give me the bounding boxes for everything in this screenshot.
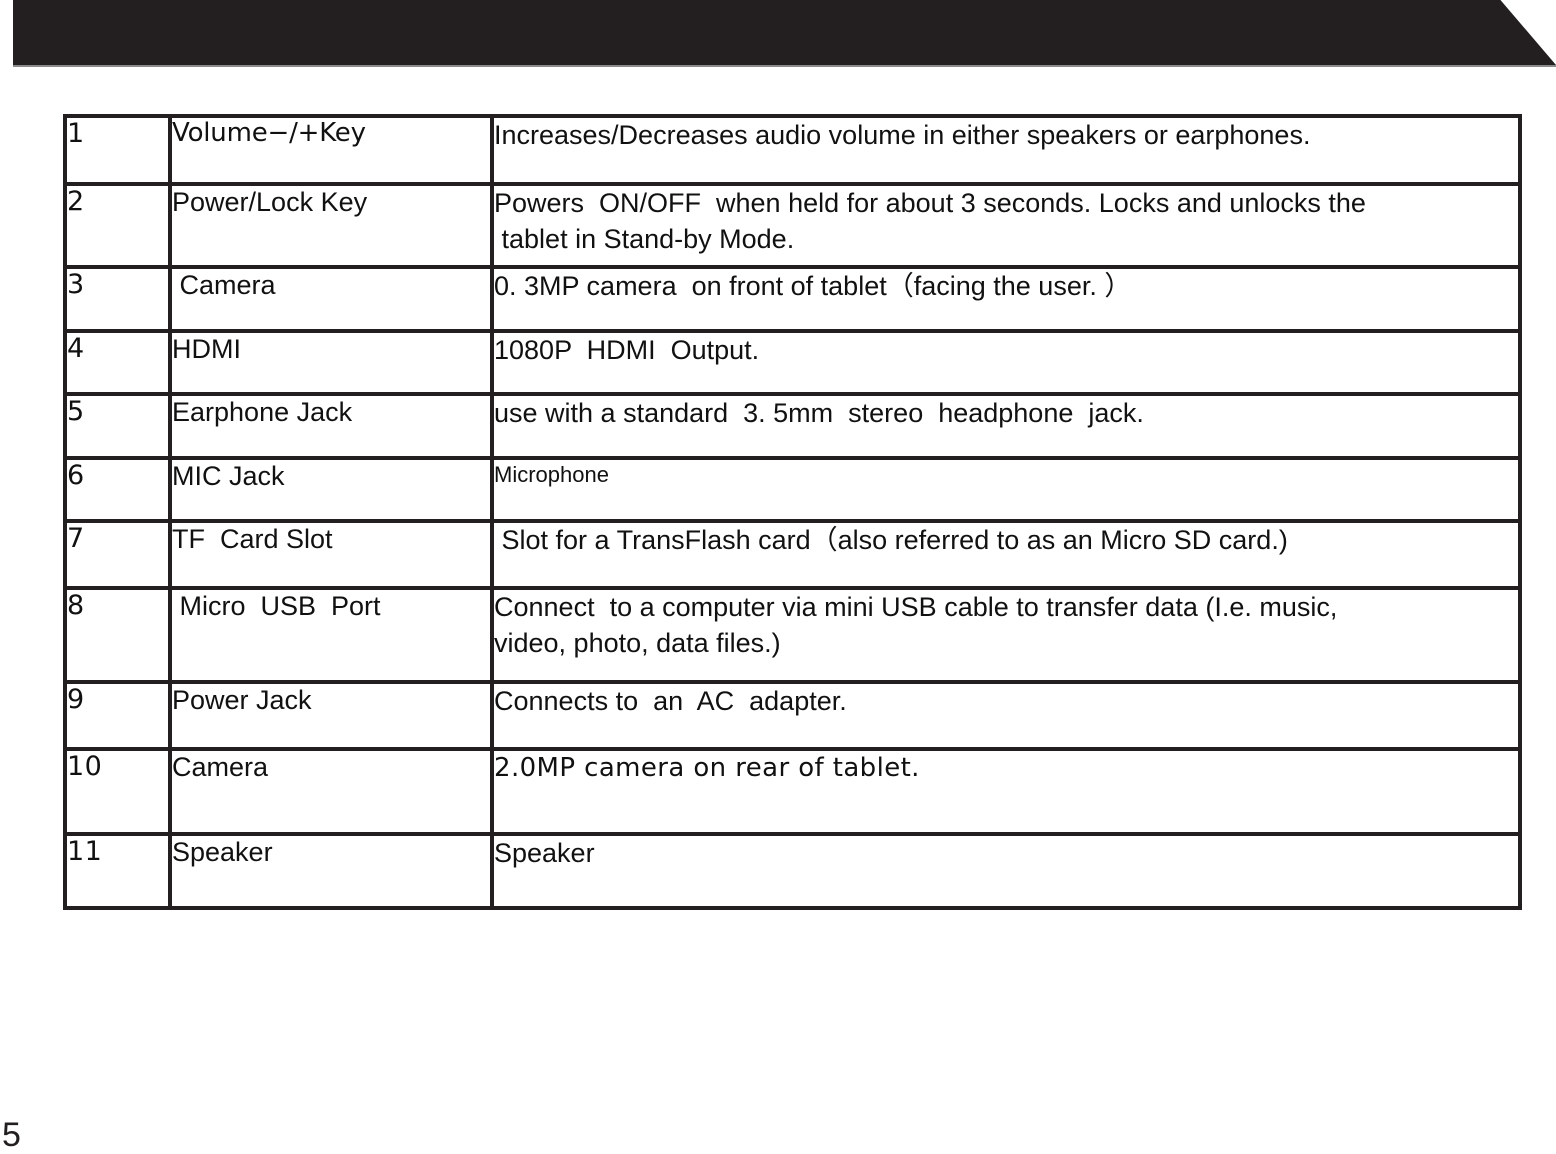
row-component-cell: Volume−/+Key bbox=[168, 114, 494, 186]
row-index-cell: 5 bbox=[63, 392, 172, 460]
row-description-cell: 0. 3MP camera on front of tablet（facing … bbox=[490, 265, 1522, 333]
row-description-cell: Powers ON/OFF when held for about 3 seco… bbox=[490, 182, 1522, 269]
table-row: 2 Power/Lock Key Powers ON/OFF when held… bbox=[63, 182, 1522, 269]
table-row: 3 Camera 0. 3MP camera on front of table… bbox=[63, 265, 1522, 333]
table-row: 11 Speaker Speaker bbox=[63, 832, 1522, 910]
specifications-table-body: 1 Volume−/+Key Increases/Decreases audio… bbox=[63, 114, 1522, 910]
row-component-cell: TF Card Slot bbox=[168, 519, 494, 590]
row-component-cell: Camera bbox=[168, 747, 494, 836]
table-row: 6 MIC Jack Microphone bbox=[63, 456, 1522, 523]
header-banner bbox=[13, 0, 1556, 65]
row-index-cell: 7 bbox=[63, 519, 172, 590]
row-component-cell: Micro USB Port bbox=[168, 586, 494, 684]
row-description-cell: Speaker bbox=[490, 832, 1522, 910]
row-component-cell: Power/Lock Key bbox=[168, 182, 494, 269]
table-row: 9 Power Jack Connects to an AC adapter. bbox=[63, 680, 1522, 751]
table-row: 1 Volume−/+Key Increases/Decreases audio… bbox=[63, 114, 1522, 186]
row-description-cell: Slot for a TransFlash card（also referred… bbox=[490, 519, 1522, 590]
row-component-cell: MIC Jack bbox=[168, 456, 494, 523]
row-index-cell: 9 bbox=[63, 680, 172, 751]
row-index-cell: 2 bbox=[63, 182, 172, 269]
table-row: 7 TF Card Slot Slot for a TransFlash car… bbox=[63, 519, 1522, 590]
header-underline-rule bbox=[13, 65, 1556, 67]
row-component-cell: HDMI bbox=[168, 329, 494, 396]
row-component-cell: Earphone Jack bbox=[168, 392, 494, 460]
row-index-cell: 10 bbox=[63, 747, 172, 836]
row-index-cell: 3 bbox=[63, 265, 172, 333]
row-component-cell: Speaker bbox=[168, 832, 494, 910]
row-description-cell: Connect to a computer via mini USB cable… bbox=[490, 586, 1522, 684]
row-description-cell: 2.0MP camera on rear of tablet. bbox=[490, 747, 1522, 836]
row-description-cell: 1080P HDMI Output. bbox=[490, 329, 1522, 396]
row-component-cell: Power Jack bbox=[168, 680, 494, 751]
row-description-cell: Connects to an AC adapter. bbox=[490, 680, 1522, 751]
row-description-cell: use with a standard 3. 5mm stereo headph… bbox=[490, 392, 1522, 460]
page-number: 5 bbox=[2, 1116, 21, 1154]
row-description-cell: Microphone bbox=[490, 456, 1522, 523]
table-row: 5 Earphone Jack use with a standard 3. 5… bbox=[63, 392, 1522, 460]
row-index-cell: 8 bbox=[63, 586, 172, 684]
row-index-cell: 6 bbox=[63, 456, 172, 523]
row-index-cell: 1 bbox=[63, 114, 172, 186]
specifications-table: 1 Volume−/+Key Increases/Decreases audio… bbox=[63, 114, 1522, 910]
row-index-cell: 4 bbox=[63, 329, 172, 396]
row-component-cell: Camera bbox=[168, 265, 494, 333]
table-row: 8 Micro USB Port Connect to a computer v… bbox=[63, 586, 1522, 684]
row-description-cell: Increases/Decreases audio volume in eith… bbox=[490, 114, 1522, 186]
table-row: 4 HDMI 1080P HDMI Output. bbox=[63, 329, 1522, 396]
row-index-cell: 11 bbox=[63, 832, 172, 910]
table-row: 10 Camera 2.0MP camera on rear of tablet… bbox=[63, 747, 1522, 836]
